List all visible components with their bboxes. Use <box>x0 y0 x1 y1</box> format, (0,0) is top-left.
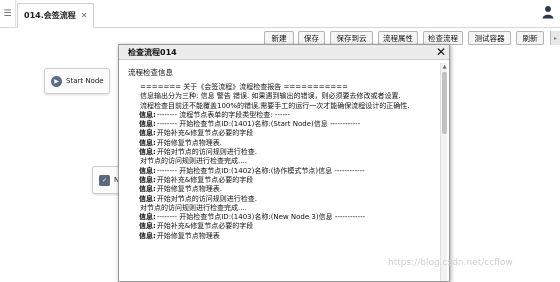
start-node[interactable]: ▶ Start Node <box>44 68 110 94</box>
toolbar: 新建 保存 保存到云 流程属性 检查流程 测试容器 刷新 ▸ <box>0 31 560 45</box>
check-log: ======= 关于《会签流程》流程检查报告 =========== 信息输出分… <box>139 83 437 282</box>
start-node-label: Start Node <box>66 77 104 85</box>
save-to-cloud-button[interactable]: 保存到云 <box>330 31 373 45</box>
log-line: 信息:-------- 开始检查节点ID:(1402)名称:(协作模式节点)信息… <box>139 166 365 175</box>
check-flow-dialog: 检查流程014 ✕ 流程检查信息 ======= 关于《会签流程》流程检查报告 … <box>118 44 450 282</box>
scroll-up-icon[interactable]: ▲ <box>441 63 448 70</box>
tab-label: 014.会签流程 <box>24 11 76 20</box>
log-line: 信息:开始对节点的访问规则进行检查. <box>139 148 258 157</box>
log-line: ======= 关于《会签流程》流程检查报告 =========== <box>140 83 349 91</box>
dialog-title: 检查流程014 <box>119 45 449 60</box>
log-line: 信息:开始对节点的访问规则进行检查. <box>139 194 258 203</box>
log-line: 信息输出分为三种: 信息 警告 错误. 如果遇到输出的错误，则必须要去修改或者设… <box>140 92 401 101</box>
save-button[interactable]: 保存 <box>298 31 325 45</box>
flow-properties-button[interactable]: 流程属性 <box>378 31 418 45</box>
log-line: 对节点的访问规则进行检查完成.... <box>140 203 247 212</box>
log-line: 信息:开始修复节点物理表 <box>139 231 220 240</box>
test-container-button[interactable]: 测试容器 <box>468 31 511 45</box>
log-line: 信息:开始修复节点物理表. <box>139 185 223 194</box>
menu-icon[interactable]: ☰ <box>0 0 16 28</box>
scroll-thumb[interactable] <box>442 72 447 134</box>
new-button[interactable]: 新建 <box>264 31 294 45</box>
tab-bar: ☰ 014.会签流程 ✕ <box>0 0 560 28</box>
log-line: 信息:开始补充&修复节点必要的字段 <box>139 222 254 231</box>
toolbar-scroll-icon[interactable]: ▸ <box>550 31 560 45</box>
dialog-scrollbar[interactable]: ▲ <box>440 63 447 281</box>
log-line: 信息:开始补充&修复节点必要的字段 <box>139 175 254 184</box>
log-line: 信息:开始补充&修复节点必要的字段 <box>139 129 254 138</box>
refresh-button[interactable]: 刷新 <box>516 31 544 45</box>
log-line: 信息:-------- 流程节点表单的字段类型检查: ------ <box>139 110 290 119</box>
log-line: 对节点的访问规则进行检查完成.... <box>140 157 247 166</box>
check-flow-button[interactable]: 检查流程 <box>423 31 463 45</box>
user-icon[interactable] <box>542 5 554 19</box>
play-icon: ▶ <box>51 75 62 87</box>
tab-flow-014[interactable]: 014.会签流程 ✕ <box>17 3 95 28</box>
check-icon: ✓ <box>99 174 110 186</box>
close-icon[interactable]: ✕ <box>436 45 446 60</box>
section-heading: 流程检查信息 <box>128 68 173 77</box>
log-line: 信息:开始修复节点物理表. <box>139 138 223 147</box>
watermark: https://blog.csdn.net/ccflow <box>388 258 513 268</box>
workflow-designer-page: ☰ 014.会签流程 ✕ 新建 保存 保存到云 流程属性 检查流程 测试容器 刷… <box>0 0 560 282</box>
log-line: 流程检查目前还不能覆盖100%的错误,需要手工的运行一次才能确保流程设计的正确性… <box>140 101 410 110</box>
close-icon[interactable]: ✕ <box>81 11 88 20</box>
